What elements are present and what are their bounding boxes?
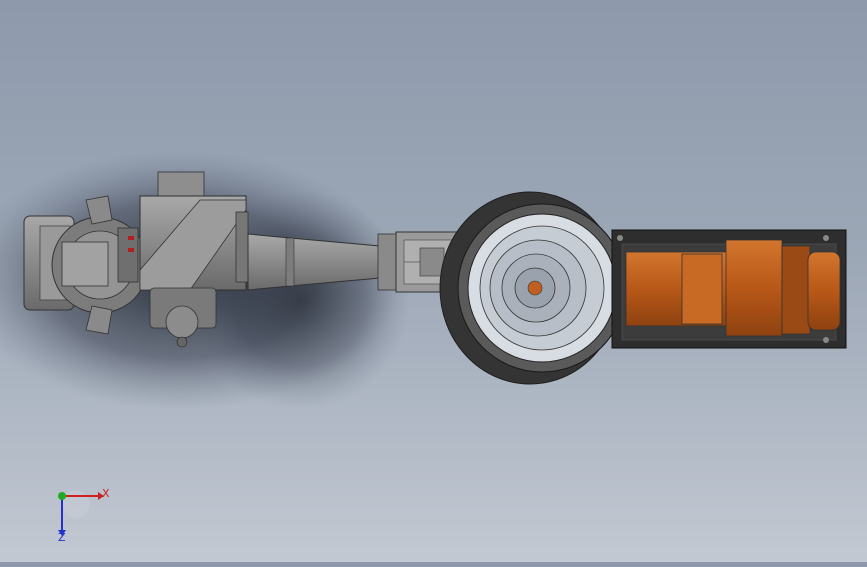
- axis-triad: [58, 490, 104, 536]
- robot-arm-model[interactable]: [0, 0, 867, 562]
- triad-x-label: X: [102, 487, 110, 500]
- base-turntable[interactable]: [439, 191, 627, 385]
- y-axis-dot: [58, 492, 66, 500]
- robot-base[interactable]: [611, 229, 847, 349]
- triad-z-label: Z: [58, 531, 66, 544]
- cad-viewport[interactable]: X Z: [0, 0, 867, 562]
